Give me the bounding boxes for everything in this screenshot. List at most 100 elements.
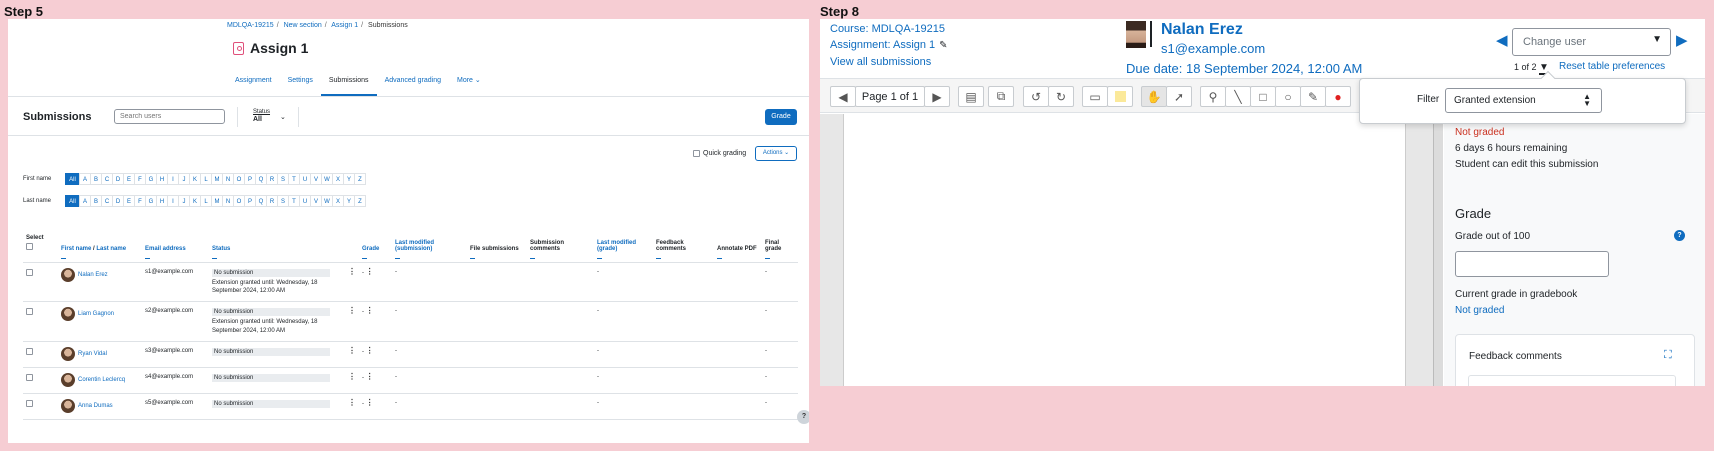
oval-tool-button[interactable]: ○ [1275, 86, 1301, 107]
quick-grading-checkbox[interactable] [693, 150, 700, 157]
user-name-link[interactable]: Nalan Erez [1161, 21, 1243, 39]
assignment-icon [233, 41, 244, 55]
tab-advanced-grading[interactable]: Advanced grading [377, 76, 449, 96]
help-icon[interactable]: ? [1674, 230, 1685, 241]
row-actions-menu[interactable]: ⋮ [348, 267, 356, 296]
view-all-submissions-link[interactable]: View all submissions [830, 56, 931, 68]
comment-color-button[interactable] [1107, 86, 1133, 107]
row-checkbox[interactable] [26, 400, 33, 408]
select-cell [23, 367, 58, 395]
col-email[interactable]: Email address [142, 219, 209, 263]
minus-icon[interactable] [765, 257, 770, 259]
expand-icon[interactable]: ⛶ [1664, 349, 1672, 362]
grade-button[interactable]: Grade [765, 109, 797, 125]
user-name-link[interactable]: Corentin Leclercq [78, 377, 125, 383]
previous-user-icon[interactable]: ◀ [1496, 31, 1508, 49]
course-link[interactable]: Course: MDLQA-19215 [830, 23, 945, 35]
avatar [61, 347, 75, 362]
page-select[interactable]: Page 1 of 1 [855, 86, 925, 107]
sort-last-name[interactable]: Last name [96, 246, 126, 252]
user-name-link[interactable]: Liam Gagnon [78, 311, 114, 317]
breadcrumb-course[interactable]: MDLQA-19215 [227, 22, 274, 29]
comment-tool-button[interactable]: ▭ [1082, 86, 1108, 107]
filter-select[interactable]: Granted extension ▲ ▼ [1445, 88, 1602, 113]
reset-table-preferences-link[interactable]: Reset table preferences [1559, 61, 1665, 72]
last-name-initial-all[interactable]: All [65, 195, 80, 207]
minus-icon[interactable] [362, 257, 367, 259]
row-actions-menu[interactable]: ⋮ [348, 373, 356, 382]
pane-splitter[interactable] [1433, 114, 1443, 386]
row-checkbox[interactable] [26, 268, 33, 276]
col-status[interactable]: Status [209, 219, 359, 263]
col-name[interactable]: First name / Last name [58, 219, 142, 263]
grade-actions-menu[interactable]: ⋮ [366, 267, 374, 276]
feedback-editor[interactable] [1468, 375, 1676, 386]
pen-tool-button[interactable]: ✎ [1300, 86, 1326, 107]
change-user-select[interactable]: Change user ▼ [1512, 28, 1671, 56]
grade-actions-menu[interactable]: ⋮ [366, 398, 374, 407]
grade-input[interactable] [1455, 251, 1609, 277]
breadcrumb-assignment[interactable]: Assign 1 [331, 22, 358, 29]
user-name-link[interactable]: Anna Dumas [78, 403, 113, 409]
row-checkbox[interactable] [26, 348, 33, 356]
pdf-page[interactable] [843, 114, 1406, 386]
actions-button[interactable]: Actions ⌄ [755, 146, 797, 161]
first-name-initial-z[interactable]: Z [354, 173, 366, 185]
minus-icon[interactable] [395, 257, 400, 259]
minus-icon[interactable] [656, 257, 661, 259]
rectangle-tool-button[interactable]: □ [1250, 86, 1276, 107]
last-name-initial-z[interactable]: Z [354, 195, 366, 207]
current-grade-link[interactable]: Not graded [1455, 305, 1504, 316]
minus-icon[interactable] [145, 257, 150, 259]
tab-submissions[interactable]: Submissions [320, 76, 377, 96]
sort-first-name[interactable]: First name [61, 246, 91, 252]
row-checkbox[interactable] [26, 374, 33, 382]
user-name-link[interactable]: Ryan Vidal [78, 351, 107, 357]
user-name-link[interactable]: Nalan Erez [78, 272, 108, 278]
minus-icon[interactable] [212, 257, 217, 259]
search-comments-button[interactable]: ▤ [958, 86, 984, 107]
minus-icon[interactable] [61, 257, 66, 259]
previous-page-button[interactable]: ◀ [830, 86, 856, 107]
tab-settings[interactable]: Settings [280, 76, 321, 96]
grade-actions-menu[interactable]: ⋮ [366, 346, 374, 355]
next-user-icon[interactable]: ▶ [1676, 31, 1688, 49]
search-users-input[interactable] [114, 109, 225, 124]
tab-more[interactable]: More ⌄ [449, 76, 489, 96]
minus-icon[interactable] [470, 257, 475, 259]
select-all-checkbox[interactable] [26, 242, 33, 250]
grade-actions-menu[interactable]: ⋮ [366, 306, 374, 315]
next-page-button[interactable]: ▶ [924, 86, 950, 107]
minus-icon[interactable] [717, 257, 722, 259]
final-grade-cell: - [762, 262, 798, 303]
last-modified-grade-cell: - [594, 341, 653, 369]
first-name-initial-all[interactable]: All [65, 173, 80, 185]
rotate-right-button[interactable]: ↻ [1048, 86, 1074, 107]
minus-icon[interactable] [597, 257, 602, 259]
row-actions-menu[interactable]: ⋮ [348, 347, 356, 356]
breadcrumb-section[interactable]: New section [284, 22, 322, 29]
status-filter-dropdown[interactable]: Status All ⌄ [253, 109, 286, 123]
col-last-modified-grade[interactable]: Last modified (grade) [594, 219, 653, 263]
help-button[interactable]: ? [797, 410, 809, 424]
pencil-icon[interactable]: ✎ [939, 38, 947, 54]
tab-assignment[interactable]: Assignment [227, 76, 280, 96]
file-submissions-cell [467, 367, 527, 395]
pan-tool-button[interactable]: ✋ [1141, 86, 1167, 107]
row-actions-menu[interactable]: ⋮ [348, 307, 356, 335]
line-tool-button[interactable]: ╲ [1225, 86, 1251, 107]
assignment-link[interactable]: Assignment: Assign 1 [830, 39, 935, 51]
grade-actions-menu[interactable]: ⋮ [366, 372, 374, 381]
annotation-color-button[interactable]: ● [1325, 86, 1351, 107]
col-email-label: Email address [145, 245, 186, 252]
quick-grading-toggle[interactable]: Quick grading [693, 150, 746, 157]
stamp-tool-button[interactable]: ⚲ [1200, 86, 1226, 107]
expand-comments-button[interactable]: ⧉ [988, 86, 1014, 107]
col-last-modified-submission[interactable]: Last modified (submission) [392, 219, 467, 263]
minus-icon[interactable] [530, 257, 535, 259]
row-actions-menu[interactable]: ⋮ [348, 399, 356, 408]
col-grade[interactable]: Grade [359, 219, 392, 263]
rotate-left-button[interactable]: ↺ [1023, 86, 1049, 107]
row-checkbox[interactable] [26, 308, 33, 316]
select-tool-button[interactable]: ➚ [1166, 86, 1192, 107]
